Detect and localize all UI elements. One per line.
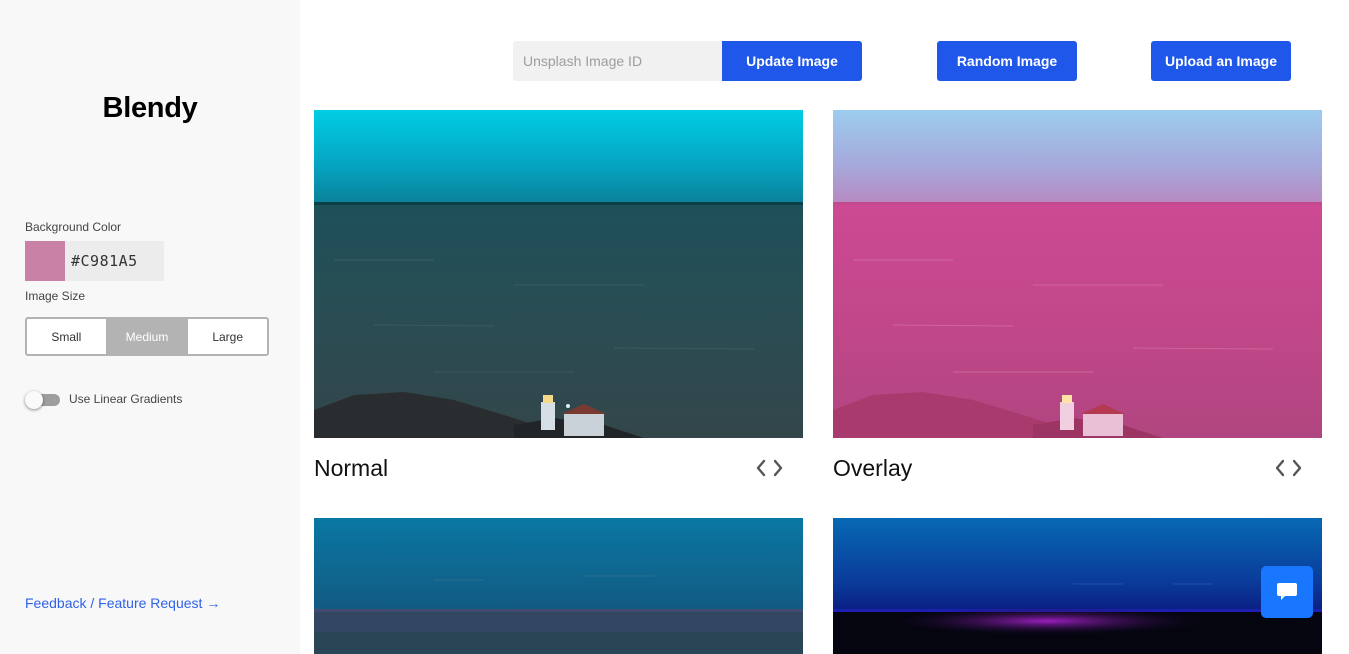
upload-image-button[interactable]: Upload an Image bbox=[1151, 41, 1291, 81]
unsplash-image-id-input[interactable] bbox=[513, 41, 723, 81]
code-brackets-icon[interactable] bbox=[1274, 458, 1304, 478]
background-color-label: Background Color bbox=[25, 220, 122, 234]
chat-widget-button[interactable] bbox=[1261, 566, 1313, 618]
background-color-swatch[interactable] bbox=[25, 241, 65, 281]
sidebar: Blendy Background Color #C981A5 Image Si… bbox=[0, 0, 300, 654]
code-brackets-icon-graphic bbox=[1275, 459, 1302, 477]
image-size-selector: Small Medium Large bbox=[25, 317, 269, 356]
code-brackets-icon[interactable] bbox=[755, 458, 785, 478]
update-image-button[interactable]: Update Image bbox=[722, 41, 862, 81]
feedback-link[interactable]: Feedback / Feature Request → bbox=[25, 595, 220, 611]
blend-preview-image-3 bbox=[314, 518, 803, 654]
background-color-picker[interactable]: #C981A5 bbox=[25, 241, 164, 281]
linear-gradients-label: Use Linear Gradients bbox=[69, 392, 183, 406]
image-size-large-button[interactable]: Large bbox=[186, 319, 267, 354]
overlay-card-title: Overlay bbox=[833, 455, 913, 481]
linear-gradients-setting: Use Linear Gradients bbox=[25, 391, 183, 409]
background-color-hex-value[interactable]: #C981A5 bbox=[65, 241, 164, 281]
normal-card-title: Normal bbox=[314, 455, 389, 481]
chat-bubble-icon bbox=[1277, 583, 1297, 600]
image-size-medium-button[interactable]: Medium bbox=[105, 319, 187, 354]
blend-preview-image-4 bbox=[833, 518, 1322, 654]
toggle-knob bbox=[25, 391, 43, 409]
lighthouse-photo-3 bbox=[314, 518, 803, 654]
normal-blend-preview-image bbox=[314, 110, 803, 438]
code-brackets-icon-graphic bbox=[756, 459, 783, 477]
random-image-button[interactable]: Random Image bbox=[937, 41, 1077, 81]
image-size-small-button[interactable]: Small bbox=[27, 319, 106, 354]
lighthouse-photo-overlay bbox=[833, 110, 1322, 438]
lighthouse-photo-4 bbox=[833, 518, 1322, 654]
image-size-label: Image Size bbox=[25, 289, 86, 303]
linear-gradients-toggle[interactable] bbox=[25, 391, 60, 409]
overlay-blend-preview-image bbox=[833, 110, 1322, 438]
app-logo-title: Blendy bbox=[102, 92, 198, 124]
lighthouse-photo-normal bbox=[314, 110, 803, 438]
